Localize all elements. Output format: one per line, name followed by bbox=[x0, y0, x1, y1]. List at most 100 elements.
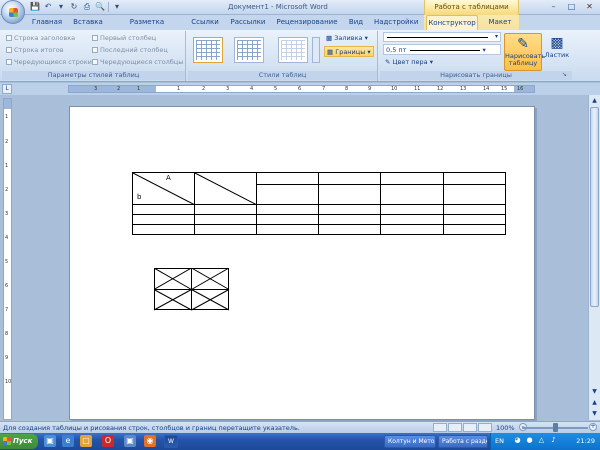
firefox-icon[interactable]: ◉ bbox=[144, 435, 156, 447]
table-cell[interactable] bbox=[443, 204, 506, 215]
tab-page-layout[interactable]: Разметка страницы bbox=[113, 15, 181, 41]
show-desktop-icon[interactable]: ▣ bbox=[44, 435, 56, 447]
table-cell[interactable] bbox=[255, 204, 320, 215]
table-cell[interactable] bbox=[443, 214, 506, 225]
undo-icon[interactable]: ↶ bbox=[43, 2, 53, 12]
table-cell[interactable] bbox=[193, 224, 257, 235]
full-screen-view-button[interactable] bbox=[448, 423, 462, 432]
start-button[interactable]: Пуск bbox=[0, 434, 38, 449]
table-cell[interactable] bbox=[132, 214, 195, 225]
tab-insert[interactable]: Вставка bbox=[70, 15, 106, 30]
customize-qat-icon[interactable]: ▾ bbox=[112, 2, 122, 12]
close-button[interactable]: ✕ bbox=[581, 1, 598, 13]
outline-view-button[interactable] bbox=[478, 423, 492, 432]
zoom-slider-thumb[interactable] bbox=[553, 423, 558, 432]
table-cell[interactable] bbox=[318, 184, 382, 205]
table-cell[interactable] bbox=[132, 224, 195, 235]
document-page[interactable]: A b bbox=[69, 106, 535, 420]
draw-table-button[interactable]: ✎ Нарисовать таблицу bbox=[504, 33, 545, 71]
zoom-in-icon[interactable]: + bbox=[589, 423, 597, 431]
maximize-button[interactable]: □ bbox=[563, 1, 580, 13]
office-button[interactable] bbox=[1, 0, 25, 24]
first-column-checkbox[interactable]: Первый столбец bbox=[92, 34, 156, 42]
print-preview-icon[interactable]: 🔍 bbox=[95, 2, 105, 12]
table-cell[interactable] bbox=[318, 224, 382, 235]
table-cell[interactable] bbox=[255, 184, 320, 205]
redo-icon[interactable]: ↻ bbox=[69, 2, 79, 12]
crossed-table[interactable] bbox=[154, 268, 230, 311]
tab-review[interactable]: Рецензирование bbox=[276, 15, 338, 30]
pen-color-button[interactable]: ✎ Цвет пера ▾ bbox=[383, 57, 435, 68]
tab-selector-icon[interactable]: L bbox=[2, 84, 12, 94]
table-cell[interactable] bbox=[380, 184, 445, 205]
line-style-dropdown[interactable]: ▾ bbox=[383, 32, 501, 42]
tray-icon[interactable]: ● bbox=[525, 436, 534, 445]
table-style-thumbnail[interactable] bbox=[278, 37, 308, 63]
browser-icon[interactable]: e bbox=[62, 435, 74, 447]
styles-gallery-scroll[interactable] bbox=[312, 37, 320, 63]
table-style-thumbnail[interactable] bbox=[193, 37, 223, 63]
tray-icon[interactable]: ◕ bbox=[513, 436, 522, 445]
table-cell[interactable] bbox=[255, 172, 320, 185]
table-cell[interactable] bbox=[443, 184, 506, 205]
web-layout-view-button[interactable] bbox=[463, 423, 477, 432]
diagonal-header-cell[interactable]: A b bbox=[132, 172, 195, 205]
table-cell[interactable] bbox=[255, 214, 320, 225]
tab-view[interactable]: Вид bbox=[346, 15, 366, 30]
dialog-launcher-icon[interactable]: ↘ bbox=[562, 71, 567, 78]
table-cell[interactable] bbox=[318, 214, 382, 225]
taskbar-task[interactable]: Работа с разделами bbox=[438, 435, 488, 448]
print-layout-view-button[interactable] bbox=[433, 423, 447, 432]
tab-home[interactable]: Главная bbox=[30, 15, 64, 30]
header-row-checkbox[interactable]: Строка заголовка bbox=[6, 34, 75, 42]
table-cell[interactable] bbox=[380, 224, 445, 235]
volume-icon[interactable]: ♪ bbox=[549, 436, 558, 445]
table-cell[interactable] bbox=[443, 224, 506, 235]
borders-button[interactable]: ▦ Границы ▾ bbox=[324, 46, 374, 57]
tab-design[interactable]: Конструктор bbox=[426, 15, 478, 30]
line-weight-dropdown[interactable]: 0,5 пт ▾ bbox=[383, 44, 501, 55]
tab-addins[interactable]: Надстройки bbox=[374, 15, 418, 30]
eraser-button[interactable]: ▩ Ластик bbox=[544, 33, 570, 71]
folder-icon[interactable]: ▢ bbox=[80, 435, 92, 447]
opera-icon[interactable]: O bbox=[102, 435, 114, 447]
table-style-thumbnail[interactable] bbox=[234, 37, 264, 63]
previous-page-icon[interactable]: ▲ bbox=[590, 398, 599, 407]
tray-icon[interactable]: △ bbox=[537, 436, 546, 445]
scroll-down-icon[interactable]: ▼ bbox=[590, 387, 599, 396]
diagonal-cell[interactable] bbox=[193, 172, 257, 205]
table-cell[interactable] bbox=[193, 214, 257, 225]
table-cell[interactable] bbox=[443, 172, 506, 185]
next-page-icon[interactable]: ▼ bbox=[590, 409, 599, 418]
save-icon[interactable]: 💾 bbox=[30, 2, 40, 12]
tab-layout[interactable]: Макет bbox=[486, 15, 514, 30]
total-row-checkbox[interactable]: Строка итогов bbox=[6, 46, 64, 54]
document-table[interactable]: A b bbox=[132, 172, 506, 235]
taskbar-task[interactable]: Колтун и Методы ... bbox=[384, 435, 436, 448]
table-cell[interactable] bbox=[318, 204, 382, 215]
app-icon[interactable]: ▣ bbox=[124, 435, 136, 447]
banded-columns-checkbox[interactable]: Чередующиеся столбцы bbox=[92, 58, 183, 66]
scrollbar-thumb[interactable] bbox=[590, 107, 599, 307]
undo-dropdown-icon[interactable]: ▾ bbox=[56, 2, 66, 12]
vertical-scrollbar[interactable]: ▲ ▼ ▲ ▼ bbox=[588, 95, 600, 420]
table-cell[interactable] bbox=[380, 204, 445, 215]
last-column-checkbox[interactable]: Последний столбец bbox=[92, 46, 168, 54]
table-cell[interactable] bbox=[380, 172, 445, 185]
table-cell[interactable] bbox=[318, 172, 382, 185]
table-cell[interactable] bbox=[255, 224, 320, 235]
zoom-level[interactable]: 100% bbox=[496, 424, 515, 432]
word-task-button[interactable]: W bbox=[164, 435, 178, 448]
scroll-up-icon[interactable]: ▲ bbox=[590, 96, 599, 105]
vertical-ruler[interactable]: 1 2 1 2 3 4 5 6 7 8 9 10 bbox=[3, 98, 12, 420]
shading-button[interactable]: ▩ Заливка ▾ bbox=[324, 33, 370, 44]
table-cell[interactable] bbox=[380, 214, 445, 225]
minimize-button[interactable]: – bbox=[545, 1, 562, 13]
language-indicator[interactable]: EN bbox=[495, 437, 504, 445]
horizontal-ruler[interactable]: 3 2 1 1 2 3 4 5 6 7 8 9 10 11 12 13 14 1… bbox=[68, 85, 535, 93]
print-icon[interactable]: ⎙ bbox=[82, 2, 92, 12]
tab-references[interactable]: Ссылки bbox=[190, 15, 220, 30]
table-cell[interactable] bbox=[193, 204, 257, 215]
banded-rows-checkbox[interactable]: Чередующиеся строки bbox=[6, 58, 92, 66]
tab-mailings[interactable]: Рассылки bbox=[228, 15, 268, 30]
